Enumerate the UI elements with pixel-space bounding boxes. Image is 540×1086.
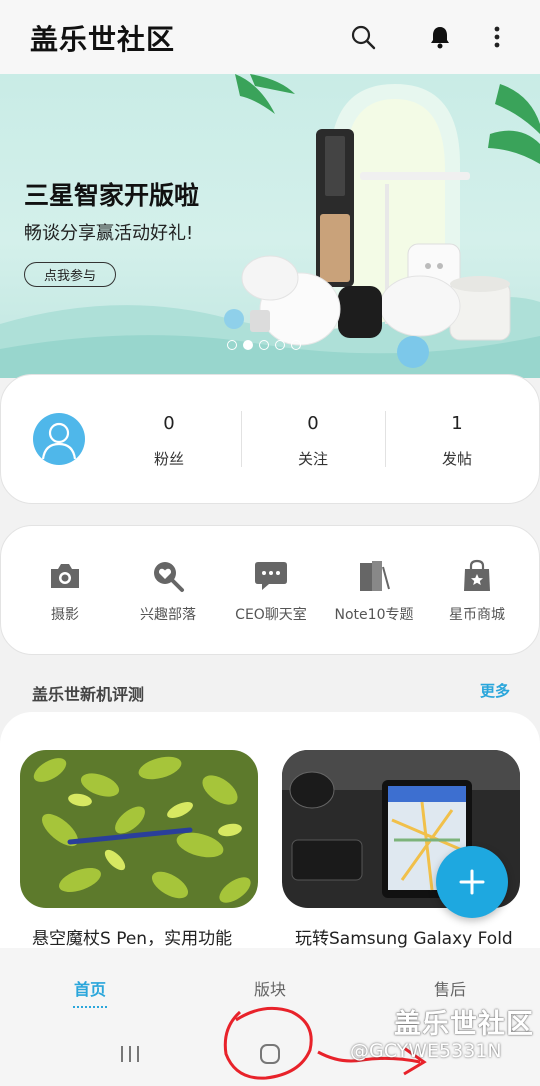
carousel-dot[interactable] [291,340,301,350]
plus-icon [459,869,485,895]
shortcut-label: Note10专题 [334,607,414,623]
chat-bubble-icon [251,556,291,596]
bell-icon[interactable] [423,20,457,54]
section-title: 盖乐世新机评测 [32,685,145,704]
shortcut-interest-tribe[interactable]: 兴趣部落 [113,556,223,624]
shortcut-label: 摄影 [51,607,79,623]
following-count: 0 [307,413,319,434]
shortcuts-card: 摄影 兴趣部落 CEO聊天室 Note10专题 星币商城 [0,525,540,655]
search-icon[interactable] [346,20,380,54]
app-bar: 盖乐世社区 [0,0,540,74]
posts-label: 发帖 [441,450,472,468]
watermark-brand: 盖乐世社区 [394,1009,534,1040]
camera-icon [45,556,85,596]
promo-banner[interactable]: 三星智家开版啦 畅谈分享赢活动好礼! 点我参与 [0,74,540,378]
review-thumbnail-spen[interactable] [20,750,258,908]
reviews-panel: 悬空魔杖S Pen，实用功能 玩转Samsung Galaxy Fold [0,712,540,962]
following-label: 关注 [297,450,328,468]
review-caption[interactable]: 玩转Samsung Galaxy Fold [295,924,540,949]
shortcut-note10[interactable]: Note10专题 [319,556,429,624]
banner-title: 三星智家开版啦 [24,181,200,210]
user-icon [41,422,77,460]
heart-search-icon [148,556,188,596]
shortcut-label: CEO聊天室 [235,607,307,623]
note-pages-icon [354,556,394,596]
posts-count: 1 [451,413,463,434]
followers-count: 0 [163,413,175,434]
carousel-indicator[interactable] [227,340,301,350]
app-title: 盖乐世社区 [30,23,176,56]
review-caption[interactable]: 悬空魔杖S Pen，实用功能 [32,924,282,949]
more-vertical-icon[interactable] [480,20,514,54]
profile-stats-card: 0 粉丝 0 关注 1 发帖 [0,374,540,504]
followers-stat[interactable]: 0 粉丝 [99,413,239,469]
shortcut-label: 兴趣部落 [140,607,196,623]
shortcut-star-coin-mall[interactable]: 星币商城 [422,556,532,624]
posts-stat[interactable]: 1 发帖 [387,413,527,469]
shortcut-ceo-chat[interactable]: CEO聊天室 [216,556,326,624]
shortcut-label: 星币商城 [449,607,505,623]
carousel-dot-active[interactable] [243,340,253,350]
following-stat[interactable]: 0 关注 [243,413,383,469]
carousel-dot[interactable] [259,340,269,350]
followers-label: 粉丝 [153,450,184,468]
more-link[interactable]: 更多 [480,680,510,701]
join-now-button[interactable]: 点我参与 [24,262,116,287]
shortcut-photography[interactable]: 摄影 [10,556,120,624]
watermark-user: @GCYWE5331N [350,1040,502,1062]
divider [385,411,386,467]
carousel-dot[interactable] [227,340,237,350]
shopping-bag-star-icon [457,556,497,596]
avatar[interactable] [33,413,85,465]
create-post-button[interactable] [436,846,508,918]
carousel-dot[interactable] [275,340,285,350]
divider [241,411,242,467]
banner-subtitle: 畅谈分享赢活动好礼! [24,223,194,244]
